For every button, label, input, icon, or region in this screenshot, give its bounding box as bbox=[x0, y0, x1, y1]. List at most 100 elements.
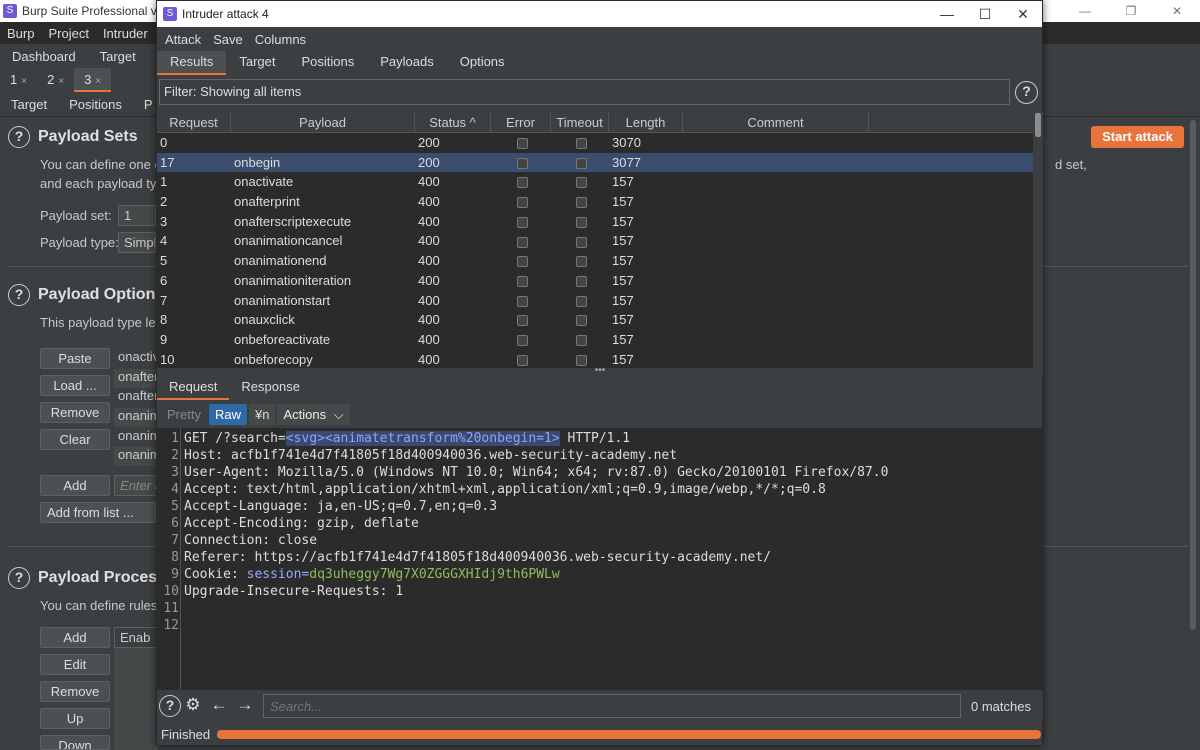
tab-target[interactable]: Target bbox=[226, 51, 288, 75]
subtab-positions[interactable]: Positions bbox=[58, 97, 133, 112]
column-length[interactable]: Length bbox=[609, 112, 683, 133]
tab-request[interactable]: Request bbox=[157, 376, 230, 400]
help-icon[interactable]: ? bbox=[159, 695, 181, 717]
table-row[interactable]: 2 onafterprint 400 157 bbox=[157, 192, 1043, 212]
cell-filler bbox=[869, 251, 1035, 271]
edit-rule-button[interactable]: Edit bbox=[40, 654, 110, 675]
down-rule-button[interactable]: Down bbox=[40, 735, 110, 750]
scroll-thumb[interactable] bbox=[1190, 120, 1196, 630]
table-row[interactable]: 8 onauxclick 400 157 bbox=[157, 310, 1043, 330]
column-error[interactable]: Error bbox=[491, 112, 551, 133]
arrow-left-icon[interactable]: ← bbox=[207, 694, 231, 718]
attack-tab-1[interactable]: 1 × bbox=[0, 68, 37, 92]
payload-set-select[interactable]: 1 bbox=[118, 205, 156, 226]
menu-intruder[interactable]: Intruder bbox=[96, 26, 155, 41]
add-from-list-button[interactable]: Add from list ... bbox=[40, 502, 156, 523]
tab-positions[interactable]: Positions bbox=[289, 51, 368, 75]
menu-burp[interactable]: Burp bbox=[0, 26, 41, 41]
table-row[interactable]: 5 onanimationend 400 157 bbox=[157, 251, 1043, 271]
checkbox-icon bbox=[576, 236, 587, 248]
cell-length: 157 bbox=[612, 312, 634, 328]
list-item[interactable]: onanim bbox=[114, 428, 158, 447]
attack-tabs: Results Target Positions Payloads Option… bbox=[157, 51, 1042, 75]
table-row[interactable]: 7 onanimationstart 400 157 bbox=[157, 291, 1043, 311]
column-comment[interactable]: Comment bbox=[683, 112, 869, 133]
paste-button[interactable]: Paste bbox=[40, 348, 110, 369]
checkbox-icon bbox=[517, 177, 528, 189]
attack-tab-3[interactable]: 3 × bbox=[74, 68, 112, 92]
help-icon[interactable]: ? bbox=[8, 567, 30, 589]
cell-error bbox=[491, 330, 551, 350]
table-row[interactable]: 9 onbeforeactivate 400 157 bbox=[157, 330, 1043, 350]
results-scrollbar[interactable] bbox=[1033, 112, 1043, 368]
cell-error bbox=[491, 231, 551, 251]
menu-attack[interactable]: Attack bbox=[159, 32, 207, 47]
tab-payloads[interactable]: Payloads bbox=[367, 51, 446, 75]
main-scrollbar[interactable] bbox=[1190, 120, 1198, 640]
actions-dropdown[interactable]: Actions ⌵ bbox=[277, 403, 350, 425]
list-item[interactable]: onafter bbox=[114, 388, 158, 407]
search-input[interactable] bbox=[263, 694, 961, 718]
attack-tab-2[interactable]: 2 × bbox=[37, 68, 74, 92]
tab-results[interactable]: Results bbox=[157, 51, 227, 75]
table-row[interactable]: 6 onanimationiteration 400 157 bbox=[157, 271, 1043, 291]
menu-columns[interactable]: Columns bbox=[249, 32, 312, 47]
list-item[interactable]: onanim bbox=[114, 408, 158, 427]
close-tab-icon[interactable]: × bbox=[95, 76, 101, 87]
arrow-right-icon[interactable]: → bbox=[233, 694, 257, 718]
split-pane-divider[interactable]: ••• bbox=[157, 366, 1043, 376]
close-icon[interactable]: ✕ bbox=[1154, 0, 1200, 22]
pretty-button[interactable]: Pretty bbox=[161, 404, 207, 425]
filter-bar[interactable]: Filter: Showing all items bbox=[159, 79, 1010, 105]
load-button[interactable]: Load ... bbox=[40, 375, 110, 396]
tab-dashboard[interactable]: Dashboard bbox=[0, 49, 88, 64]
scroll-thumb[interactable] bbox=[1035, 113, 1041, 137]
cell-status: 400 bbox=[418, 233, 440, 249]
cell-length: 157 bbox=[612, 253, 634, 269]
tab-response[interactable]: Response bbox=[229, 376, 312, 400]
tab-options[interactable]: Options bbox=[447, 51, 518, 75]
request-line-4: Accept: text/html,application/xhtml+xml,… bbox=[184, 482, 826, 497]
table-row[interactable]: 4 onanimationcancel 400 157 bbox=[157, 231, 1043, 251]
table-row[interactable]: 0 200 3070 bbox=[157, 133, 1043, 153]
list-item[interactable]: onactiv bbox=[114, 349, 158, 368]
help-icon[interactable]: ? bbox=[8, 126, 30, 148]
close-icon[interactable]: ✕ bbox=[1004, 1, 1042, 27]
cell-timeout bbox=[551, 330, 609, 350]
enter-payload-input[interactable]: Enter a bbox=[114, 475, 158, 496]
list-item[interactable]: onanim bbox=[114, 447, 158, 466]
close-tab-icon[interactable]: × bbox=[58, 76, 64, 87]
list-item[interactable]: onafter bbox=[114, 369, 158, 388]
tab-target[interactable]: Target bbox=[88, 49, 148, 64]
show-newlines-button[interactable]: ¥n bbox=[248, 403, 276, 425]
request-editor[interactable]: 1 2 3 4 5 6 7 8 9 10 11 12 GET /?search=… bbox=[157, 428, 1043, 690]
table-row[interactable]: 3 onafterscriptexecute 400 157 bbox=[157, 212, 1043, 232]
column-request[interactable]: Request bbox=[157, 112, 231, 133]
column-status[interactable]: Status ^ bbox=[415, 112, 491, 133]
column-payload[interactable]: Payload bbox=[231, 112, 415, 133]
clear-button[interactable]: Clear bbox=[40, 429, 110, 450]
up-rule-button[interactable]: Up bbox=[40, 708, 110, 729]
gear-icon[interactable]: ⚙ bbox=[181, 694, 205, 718]
restore-icon[interactable]: ❐ bbox=[1108, 0, 1154, 22]
payload-type-select[interactable]: Simpl bbox=[118, 232, 156, 253]
close-tab-icon[interactable]: × bbox=[21, 76, 27, 87]
minimize-icon[interactable]: — bbox=[1062, 0, 1108, 22]
minimize-icon[interactable]: — bbox=[928, 1, 966, 27]
menu-project[interactable]: Project bbox=[41, 26, 95, 41]
table-row[interactable]: 1 onactivate 400 157 bbox=[157, 172, 1043, 192]
add-rule-button[interactable]: Add bbox=[40, 627, 110, 648]
add-payload-button[interactable]: Add bbox=[40, 475, 110, 496]
cell-payload: onafterprint bbox=[234, 194, 300, 210]
raw-button[interactable]: Raw bbox=[208, 403, 247, 425]
subtab-target[interactable]: Target bbox=[0, 97, 58, 112]
help-icon[interactable]: ? bbox=[1015, 80, 1038, 104]
menu-save[interactable]: Save bbox=[207, 32, 249, 47]
table-row[interactable]: 17 onbegin 200 3077 bbox=[157, 152, 1043, 173]
help-icon[interactable]: ? bbox=[8, 284, 30, 306]
remove-button[interactable]: Remove bbox=[40, 402, 110, 423]
maximize-icon[interactable]: ☐ bbox=[966, 1, 1004, 27]
remove-rule-button[interactable]: Remove bbox=[40, 681, 110, 702]
column-timeout[interactable]: Timeout bbox=[551, 112, 609, 133]
start-attack-button[interactable]: Start attack bbox=[1091, 126, 1184, 148]
